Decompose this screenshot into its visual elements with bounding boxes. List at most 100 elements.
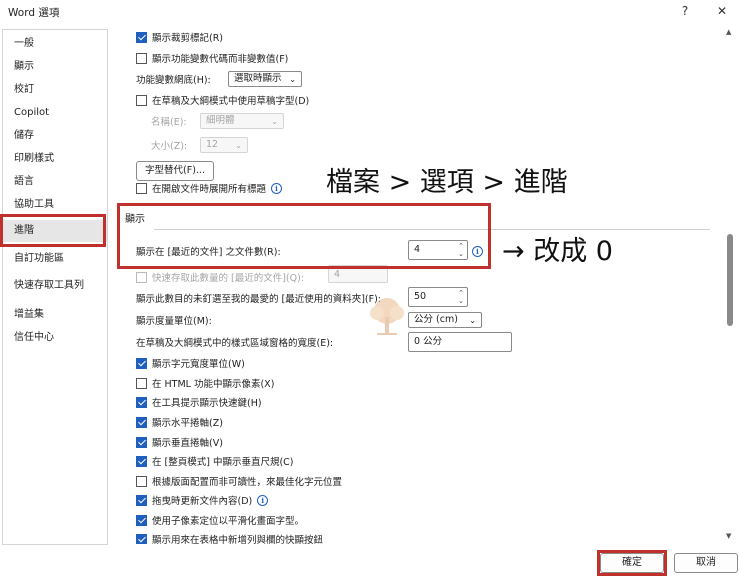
scroll-thumb[interactable] xyxy=(727,234,733,326)
option-label: 顯示用來在表格中新增列與欄的快顯按鈕 xyxy=(152,535,324,544)
sidebar-item-typography[interactable]: 印刷樣式 xyxy=(3,148,107,170)
quick-access-label: 快速存取此數量的 [最近的文件](Q): xyxy=(152,273,305,284)
html-pixels-option[interactable]: 在 HTML 功能中顯示像素(X) xyxy=(136,374,274,392)
sidebar-item-general[interactable]: 一般 xyxy=(3,33,107,55)
sidebar-item-proofing[interactable]: 校訂 xyxy=(3,79,107,101)
draft-font-option[interactable]: 在草稿及大綱模式中使用草稿字型(D) xyxy=(136,91,309,109)
expand-headings-option[interactable]: 在開啟文件時展開所有標題 i xyxy=(136,179,283,197)
checkbox[interactable] xyxy=(136,533,147,544)
char-width-option[interactable]: 顯示字元寬度單位(W) xyxy=(136,354,245,372)
field-codes-option[interactable]: 顯示功能變數代碼而非變數值(F) xyxy=(136,49,288,67)
annotation-path: 檔案 > 選項 > 進階 xyxy=(326,167,568,198)
font-substitution-button[interactable]: 字型替代(F)... xyxy=(136,161,214,181)
field-shading-value: 選取時顯示 xyxy=(234,73,282,84)
option-label: 使用子像素定位以平滑化畫面字型。 xyxy=(152,516,305,527)
sidebar-item-language[interactable]: 語言 xyxy=(3,171,107,193)
checkbox[interactable] xyxy=(136,494,147,506)
sidebar-item-quick-access-toolbar[interactable]: 快速存取工具列 xyxy=(3,275,107,297)
table-popup-option[interactable]: 顯示用來在表格中新增列與欄的快顯按鈕 xyxy=(136,530,323,544)
option-label: 顯示垂直捲軸(V) xyxy=(152,438,223,449)
style-pane-input[interactable]: 0 公分 xyxy=(408,332,512,352)
units-select[interactable]: 公分 (cm) ⌄ xyxy=(408,312,482,328)
subpixel-option[interactable]: 使用子像素定位以平滑化畫面字型。 xyxy=(136,511,304,529)
char-position-option[interactable]: 根據版面配置而非可讀性，來最佳化字元位置 xyxy=(136,472,342,490)
tooltip-shortcuts-option[interactable]: 在工具提示顯示快速鍵(H) xyxy=(136,393,262,411)
font-size-label: 大小(Z): xyxy=(151,141,188,152)
units-value: 公分 (cm) xyxy=(414,314,458,325)
recent-folders-label: 顯示此數目的未釘選至我的最愛的 [最近使用的資料夾](F): xyxy=(136,294,382,305)
sidebar-item-customize-ribbon[interactable]: 自訂功能區 xyxy=(3,248,107,270)
option-label: 在工具提示顯示快速鍵(H) xyxy=(152,398,262,409)
vertical-ruler-option[interactable]: 在 [整頁模式] 中顯示垂直尺規(C) xyxy=(136,452,294,470)
draft-font-checkbox[interactable] xyxy=(136,94,147,106)
close-button[interactable]: ✕ xyxy=(708,1,736,21)
options-content: 顯示裁剪標記(R) 顯示功能變數代碼而非變數值(F) 功能變數網底(H): 選取… xyxy=(114,24,724,544)
field-shading-label: 功能變數網底(H): xyxy=(136,75,211,86)
checkbox[interactable] xyxy=(136,396,147,408)
checkbox[interactable] xyxy=(136,475,147,487)
option-label: 在 [整頁模式] 中顯示垂直尺規(C) xyxy=(152,457,294,468)
crop-marks-label: 顯示裁剪標記(R) xyxy=(152,33,224,44)
style-pane-label: 在草稿及大綱模式中的樣式區域窗格的寬度(E): xyxy=(136,338,334,349)
option-label: 顯示字元寬度單位(W) xyxy=(152,359,245,370)
checkbox[interactable] xyxy=(136,357,147,369)
crop-marks-checkbox[interactable] xyxy=(136,31,147,43)
sidebar-item-trust-center[interactable]: 信任中心 xyxy=(3,327,107,349)
sidebar-item-copilot[interactable]: Copilot xyxy=(3,102,107,124)
highlight-box-ok xyxy=(597,550,667,576)
field-codes-checkbox[interactable] xyxy=(136,52,147,64)
font-name-select[interactable]: 細明體 ⌄ xyxy=(200,113,284,129)
sidebar: 一般 顯示 校訂 Copilot 儲存 印刷樣式 語言 協助工具 進階 自訂功能… xyxy=(2,29,108,545)
font-name-value: 細明體 xyxy=(206,115,235,126)
crop-marks-option[interactable]: 顯示裁剪標記(R) xyxy=(136,28,223,46)
font-size-select[interactable]: 12 ⌄ xyxy=(200,137,248,153)
units-label: 顯示度量單位(M): xyxy=(136,316,212,327)
window-title: Word 選項 xyxy=(8,7,60,19)
font-size-value: 12 xyxy=(206,139,219,150)
option-label: 在 HTML 功能中顯示像素(X) xyxy=(152,379,275,390)
field-shading-select[interactable]: 選取時顯示 ⌄ xyxy=(228,71,302,87)
tree-watermark-icon xyxy=(370,298,404,335)
checkbox[interactable] xyxy=(136,455,147,467)
scroll-down-icon[interactable]: ▼ xyxy=(726,532,731,540)
chevron-down-icon: ⌄ xyxy=(289,75,296,84)
scroll-up-icon[interactable]: ▲ xyxy=(726,28,731,36)
checkbox[interactable] xyxy=(136,514,147,526)
highlight-box-recent-docs xyxy=(117,203,491,269)
content-scrollbar[interactable]: ▲ ▼ xyxy=(724,24,736,544)
quick-access-value: 4 xyxy=(334,269,341,280)
help-button[interactable]: ? xyxy=(671,1,699,21)
spin-arrows-icon[interactable]: ⌃ ⌄ xyxy=(458,289,464,305)
title-bar: Word 選項 ? ✕ xyxy=(0,0,740,22)
draft-font-label: 在草稿及大綱模式中使用草稿字型(D) xyxy=(152,96,310,107)
chevron-down-icon: ⌄ xyxy=(271,117,278,126)
expand-headings-label: 在開啟文件時展開所有標題 xyxy=(152,184,267,195)
vertical-scrollbar-option[interactable]: 顯示垂直捲軸(V) xyxy=(136,433,223,451)
font-name-label: 名稱(E): xyxy=(151,117,187,128)
checkbox[interactable] xyxy=(136,416,147,428)
chevron-down-icon: ⌄ xyxy=(235,141,242,150)
option-label: 拖曳時更新文件內容(D) xyxy=(152,496,253,507)
sidebar-item-accessibility[interactable]: 協助工具 xyxy=(3,194,107,216)
drag-update-option[interactable]: 拖曳時更新文件內容(D) i xyxy=(136,491,269,509)
field-codes-label: 顯示功能變數代碼而非變數值(F) xyxy=(152,54,289,65)
option-label: 顯示水平捲軸(Z) xyxy=(152,418,223,429)
sidebar-item-save[interactable]: 儲存 xyxy=(3,125,107,147)
recent-folders-value: 50 xyxy=(414,291,427,302)
option-label: 根據版面配置而非可讀性，來最佳化字元位置 xyxy=(152,477,343,488)
recent-folders-spinner[interactable]: 50 ⌃ ⌄ xyxy=(408,287,468,307)
info-icon[interactable]: i xyxy=(271,182,283,194)
sidebar-item-display[interactable]: 顯示 xyxy=(3,56,107,78)
quick-access-option[interactable]: 快速存取此數量的 [最近的文件](Q): xyxy=(136,268,304,286)
quick-access-checkbox[interactable] xyxy=(136,271,147,283)
sidebar-item-addins[interactable]: 增益集 xyxy=(3,304,107,326)
highlight-box-advanced xyxy=(0,214,106,247)
annotation-change: → 改成 0 xyxy=(502,236,613,267)
checkbox[interactable] xyxy=(136,377,147,389)
info-icon[interactable]: i xyxy=(257,494,269,506)
chevron-down-icon: ⌄ xyxy=(469,316,476,325)
horizontal-scrollbar-option[interactable]: 顯示水平捲軸(Z) xyxy=(136,413,223,431)
expand-headings-checkbox[interactable] xyxy=(136,182,147,194)
cancel-button[interactable]: 取消 xyxy=(674,553,738,573)
checkbox[interactable] xyxy=(136,436,147,448)
